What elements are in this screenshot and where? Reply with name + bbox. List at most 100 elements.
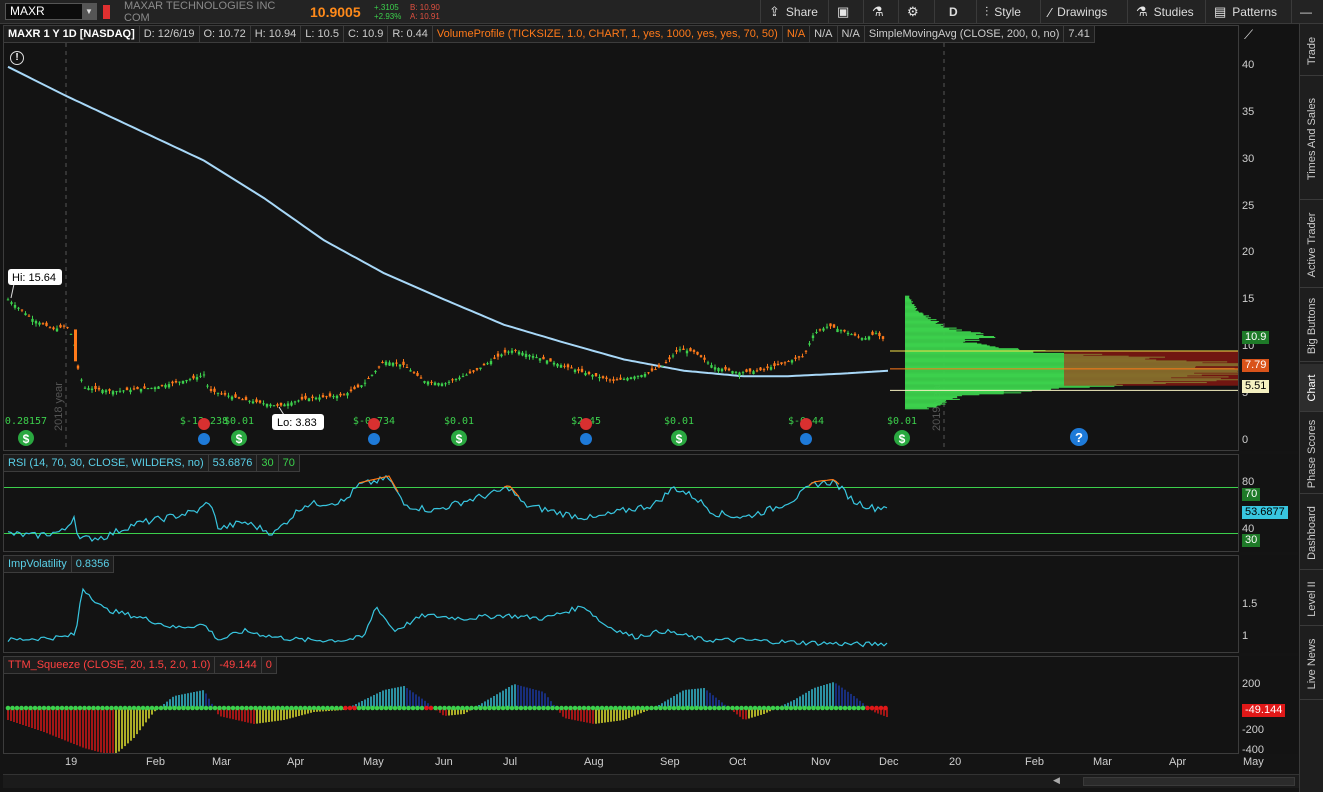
price-chart-panel[interactable]: MAXR 1 Y 1D [NASDAQ] D: 12/6/19 O: 10.72… — [3, 25, 1239, 451]
candle-body — [374, 370, 377, 373]
drawing-tool-icon[interactable]: ⟋ — [1244, 27, 1253, 43]
candle-body — [342, 394, 346, 396]
candle-body — [59, 324, 62, 328]
candle-body — [468, 371, 472, 374]
tab-dashboard[interactable]: Dashboard — [1300, 496, 1323, 570]
candle-body — [769, 367, 773, 370]
candle-body — [234, 394, 237, 398]
volume-profile-bar — [905, 297, 910, 299]
iv-axis[interactable]: 1.5 1 — [1240, 555, 1298, 653]
candle-body — [346, 393, 349, 396]
ttm-squeeze-dot — [239, 705, 245, 711]
ttm-squeeze-dot — [23, 705, 29, 711]
chart-settings-button[interactable]: ▣ — [828, 0, 861, 24]
price-tick: 20 — [1242, 246, 1255, 259]
volume-profile-bar — [905, 317, 931, 319]
time-axis-label: Feb — [1025, 756, 1044, 768]
candle-body — [825, 326, 829, 328]
candle-body — [188, 379, 192, 381]
aggregation-button[interactable]: D — [934, 0, 974, 24]
ttm-squeeze-dot — [100, 705, 105, 711]
studies-button[interactable]: ⚗ Studies — [1127, 0, 1203, 24]
drawings-button[interactable]: ⁄ Drawings — [1040, 0, 1125, 24]
tab-times-and-sales[interactable]: Times And Sales — [1300, 78, 1323, 200]
candle-body — [507, 351, 510, 353]
candle-body — [566, 364, 570, 368]
studies-flask-icon: ⚗ — [1136, 4, 1148, 19]
candle-body — [402, 361, 405, 365]
patterns-button[interactable]: ▤ Patterns — [1205, 0, 1289, 24]
rsi-panel[interactable]: RSI (14, 70, 30, CLOSE, WILDERS, no) 53.… — [3, 454, 1239, 552]
flask-button[interactable]: ⚗ — [863, 0, 896, 24]
candle-body — [647, 372, 650, 374]
rsi-axis[interactable]: 80 40 70 53.6877 30 — [1240, 454, 1298, 552]
tab-active-trader[interactable]: Active Trader — [1300, 202, 1323, 288]
candle-body — [321, 395, 325, 398]
symbol-input[interactable]: MAXR ▼ — [5, 3, 97, 20]
volume-profile-bar — [905, 306, 915, 309]
time-axis[interactable]: 19 Feb Mar Apr May Jun Jul Aug Sep Oct Nov Dec 20 Feb… — [3, 754, 1299, 774]
volume-profile-bar — [905, 346, 996, 348]
volume-profile-bar — [905, 312, 923, 314]
price-axis[interactable]: ⟋ 40 35 30 25 20 15 10 5 0 10.9 7.79 5.51 — [1240, 25, 1298, 451]
ttm-squeeze-dot — [131, 705, 137, 711]
right-sidebar: Trade Times And Sales Active Trader Big … — [1299, 24, 1323, 792]
horizontal-scrollbar[interactable]: ◀ — [3, 774, 1299, 788]
ttm-squeeze-dot — [154, 705, 159, 711]
ttm-squeeze-dot — [721, 705, 726, 711]
volume-profile-bar — [905, 391, 1004, 393]
symbol-dropdown-icon[interactable]: ▼ — [82, 4, 96, 19]
company-name: MAXAR TECHNOLOGIES INC COM — [124, 0, 276, 24]
volume-profile-bar — [905, 405, 938, 407]
ttm-squeeze-dot — [73, 705, 78, 711]
candle-body — [773, 363, 776, 367]
candle-body — [741, 372, 745, 374]
ttm-squeeze-dot — [829, 705, 834, 711]
candle-body — [864, 338, 867, 340]
candle-body — [209, 389, 213, 391]
volume-profile-bar — [905, 316, 926, 318]
share-button[interactable]: ⇪ Share — [760, 0, 826, 24]
candle-body — [633, 376, 636, 379]
tab-level-ii[interactable]: Level II — [1300, 572, 1323, 626]
volume-profile-bar — [905, 304, 915, 306]
candle-body — [381, 361, 384, 364]
tab-live-news[interactable]: Live News — [1300, 628, 1323, 700]
ttm-squeeze-dot — [140, 705, 146, 711]
earnings-phone-icon — [580, 418, 592, 430]
scroll-left-icon[interactable]: ◀ — [1053, 775, 1060, 786]
scroll-thumb[interactable] — [1083, 777, 1295, 786]
pencil-icon: ⁄ — [1049, 4, 1052, 20]
collapse-button[interactable]: — — [1291, 0, 1323, 24]
ttm-squeeze-dot — [667, 705, 672, 711]
tab-phase-scores-label: Phase Scores — [1306, 419, 1318, 488]
candle-body — [276, 404, 279, 406]
time-axis-label: Sep — [660, 756, 680, 768]
link-flag-icon[interactable] — [103, 4, 110, 19]
last-price: 10.9005 — [310, 3, 361, 20]
candle-body — [129, 389, 132, 393]
settings-button[interactable]: ⚙ — [898, 0, 932, 24]
volume-profile-bar — [905, 302, 912, 304]
ttm-squeeze-dot — [658, 705, 663, 711]
candle-body — [318, 397, 321, 400]
ttm-squeeze-dot — [631, 705, 636, 711]
ttm-squeeze-dot — [469, 705, 474, 711]
candle-body — [27, 315, 31, 317]
candle-body — [552, 362, 556, 365]
tab-phase-scores[interactable]: Phase Scores — [1300, 414, 1323, 494]
candle-body — [104, 390, 108, 393]
candle-body — [731, 371, 734, 374]
ttm-squeeze-panel[interactable]: TTM_Squeeze (CLOSE, 20, 1.5, 2.0, 1.0) -… — [3, 656, 1239, 754]
style-button[interactable]: ⫶ Style — [976, 0, 1038, 24]
ttm-squeeze-dot — [410, 705, 416, 711]
ttm-axis[interactable]: 200 -49.144 -200 -400 — [1240, 656, 1298, 756]
tab-chart[interactable]: Chart — [1300, 364, 1323, 412]
ttm-squeeze-dot — [203, 705, 209, 711]
candle-body — [500, 354, 503, 357]
tab-big-buttons[interactable]: Big Buttons — [1300, 290, 1323, 362]
tab-trade[interactable]: Trade — [1300, 26, 1323, 76]
tab-times-label: Times And Sales — [1306, 97, 1318, 180]
implied-volatility-panel[interactable]: ImpVolatility 0.8356 — [3, 555, 1239, 653]
volume-profile-bar — [905, 339, 980, 341]
